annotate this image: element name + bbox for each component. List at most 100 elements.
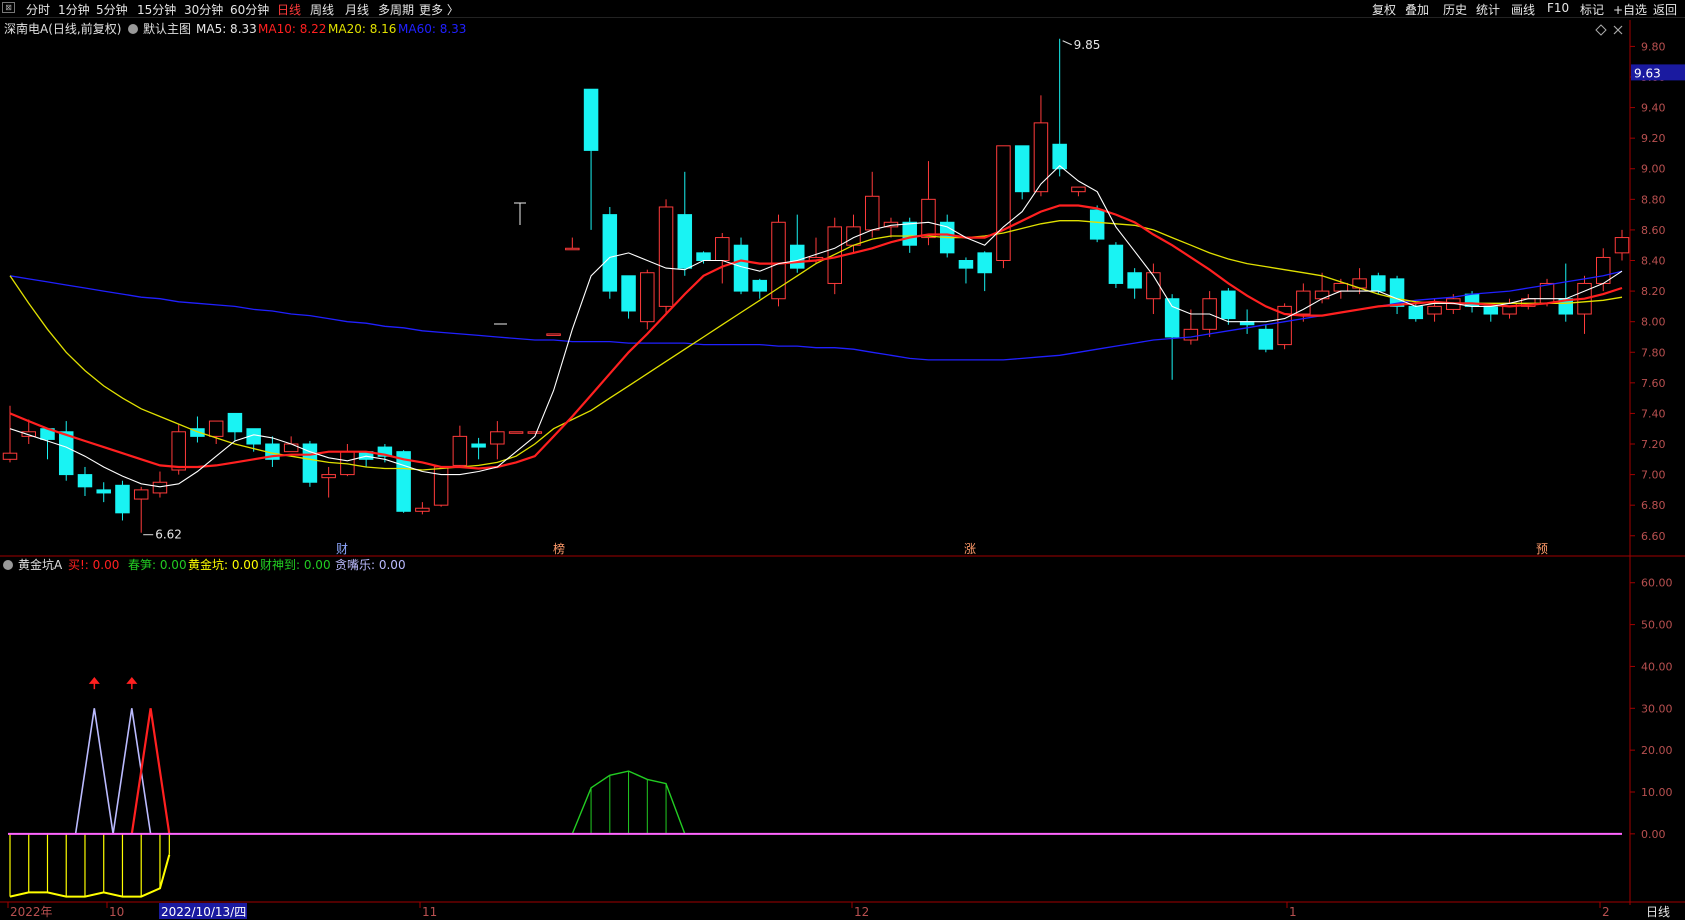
candle [1089,209,1105,240]
candle [602,214,618,292]
candle [621,275,636,312]
event-mark-1: 榜 [553,541,565,556]
x-axis-label-2: 2022/10/13/四 [161,905,246,919]
sub-y-tick-label: 0.00 [1641,828,1666,841]
y-tick-label: 8.40 [1641,255,1666,268]
main-chart-label: 默认主图 [143,21,191,36]
candle [471,443,486,448]
indicator-title: 黄金坑A [18,557,63,572]
event-mark-2: 涨 [964,541,976,556]
signal-peak-1 [112,708,152,835]
sub-y-tick-label: 40.00 [1641,660,1673,673]
sub-y-tick-label: 20.00 [1641,744,1673,757]
y-tick-label: 6.60 [1641,530,1666,543]
y-tick-label: 7.20 [1641,438,1666,451]
candle [696,252,711,262]
chart-area: 9.809.609.409.209.008.808.608.408.208.00… [0,20,1685,919]
y-tick-label: 9.80 [1641,40,1666,53]
y-tick-label: 8.20 [1641,285,1666,298]
high-label: 9.85 [1074,38,1101,52]
collapse-icon[interactable] [3,560,13,570]
candle [115,484,130,514]
candle [996,145,1011,262]
candle [1427,305,1442,315]
candle [490,431,505,445]
y-tick-label: 8.60 [1641,224,1666,237]
candle [1614,237,1630,254]
x-axis-label-3: 11 [422,905,437,919]
candle [133,489,149,500]
candle [902,221,917,246]
close-icon[interactable] [1613,25,1623,35]
candle [58,431,74,476]
candle [152,481,168,494]
candle [640,272,655,323]
y-tick-label: 7.80 [1641,346,1666,359]
y-tick-label: 9.00 [1641,163,1666,176]
high-pointer [1062,40,1072,46]
ma10-value: MA10: 8.22 [258,22,326,36]
indicator-value-3: 财神到: 0.00 [260,558,331,572]
stock-title: 深南电A(日线,前复权) [4,21,121,36]
candle [752,279,768,292]
y-tick-label: 7.60 [1641,377,1666,390]
x-axis-label-6: 2 [1602,905,1610,919]
candle [565,247,580,251]
candle [321,474,336,479]
candle [583,88,599,151]
event-mark-3: 预 [1536,542,1548,556]
y-tick-label: 8.80 [1641,193,1666,206]
x-axis-label-1: 10 [109,905,124,919]
candle [1296,290,1311,315]
sub-y-tick-label: 60.00 [1641,577,1673,590]
candle [283,443,299,453]
candle [508,431,524,434]
candle [1127,272,1142,289]
candle [1071,186,1086,193]
candle [958,260,974,269]
candle [1258,328,1274,350]
y-tick-label: 6.80 [1641,499,1666,512]
x-axis-label-4: 12 [854,905,869,919]
ma60-value: MA60: 8.33 [398,22,466,36]
candle [415,507,430,512]
low-label: 6.62 [155,528,182,542]
x-axis-label-0: 2022年 [10,905,53,919]
sub-y-tick-label: 50.00 [1641,619,1673,632]
y-tick-label: 9.40 [1641,102,1666,115]
buy-arrow-icon [126,676,138,690]
candle [1183,328,1199,341]
candle [1596,256,1611,284]
candle [1033,122,1049,193]
candle [96,489,111,494]
candle [546,333,561,336]
indicator-value-1: 春笋: 0.00 [128,557,187,572]
x-axis-label-5: 1 [1289,905,1297,919]
candle [1483,305,1499,315]
indicator-value-2: 黄金坑: 0.00 [188,557,259,572]
candle [2,452,18,460]
candle [864,195,880,231]
ma5-value: MA5: 8.33 [196,22,257,36]
signal-peak-2 [130,708,171,835]
collapse-icon[interactable] [128,24,138,34]
y-tick-label: 9.20 [1641,132,1666,145]
candle [21,431,36,437]
candle [527,431,543,434]
sub-y-tick-label: 30.00 [1641,702,1673,715]
candle [1108,244,1124,284]
y-tick-label: 7.00 [1641,469,1666,482]
candle [227,412,243,433]
candle [790,244,805,269]
candle [433,466,449,506]
candle [1314,290,1330,300]
indicator-value-4: 贪嘴乐: 0.00 [335,557,406,572]
candle [921,198,936,239]
candle [208,420,224,437]
diamond-icon[interactable] [1595,24,1607,36]
candle [1539,282,1555,304]
candle [1164,298,1180,338]
ma20-value: MA20: 8.16 [328,22,396,36]
event-mark-0: 财 [336,542,348,556]
y-tick-label: 7.40 [1641,407,1666,420]
